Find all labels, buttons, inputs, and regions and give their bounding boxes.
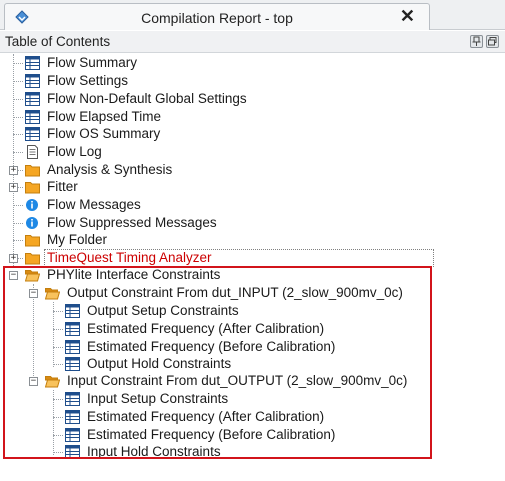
toc-item-label: Flow Messages [47, 197, 141, 212]
table-icon [25, 74, 40, 88]
info-icon [26, 217, 38, 229]
folder-icon [25, 182, 40, 194]
restore-icon[interactable] [486, 35, 499, 48]
toc-header: Table of Contents [0, 31, 505, 53]
document-icon [27, 145, 38, 159]
expand-icon[interactable]: + [9, 183, 18, 192]
toc-item-label: Flow OS Summary [47, 126, 161, 141]
folder-icon [25, 253, 40, 265]
table-icon [25, 92, 40, 106]
toc-item-label: Flow Settings [47, 73, 129, 88]
toc-title: Table of Contents [5, 34, 111, 49]
folder-icon [25, 165, 40, 177]
tab-bar: Compilation Report - top ✕ [0, 0, 505, 30]
toc-item-label: Flow Summary [47, 55, 138, 70]
toc-item-label: Flow Suppressed Messages [47, 215, 217, 230]
tab-title: Compilation Report - top [141, 10, 293, 26]
toc-item-label: TimeQuest Timing Analyzer [47, 250, 212, 265]
table-icon [25, 110, 40, 124]
toc-item-label: Analysis & Synthesis [47, 162, 173, 177]
toc-item-label: Flow Non-Default Global Settings [47, 91, 247, 106]
table-icon [25, 127, 40, 141]
expand-icon[interactable]: + [9, 166, 18, 175]
toc-item-label: Fitter [47, 179, 78, 194]
toc-item-label: Flow Log [47, 144, 102, 159]
folder-icon [25, 235, 40, 247]
close-icon[interactable]: ✕ [400, 6, 415, 27]
pin-icon[interactable] [470, 35, 483, 48]
tab-compilation-report[interactable]: Compilation Report - top ✕ [4, 3, 430, 30]
info-icon [26, 199, 38, 211]
expand-icon[interactable]: + [9, 254, 18, 263]
toc-item-label: My Folder [47, 232, 108, 247]
table-icon [25, 56, 40, 70]
highlight-box [3, 266, 432, 459]
toc-item-label: Flow Elapsed Time [47, 109, 162, 124]
